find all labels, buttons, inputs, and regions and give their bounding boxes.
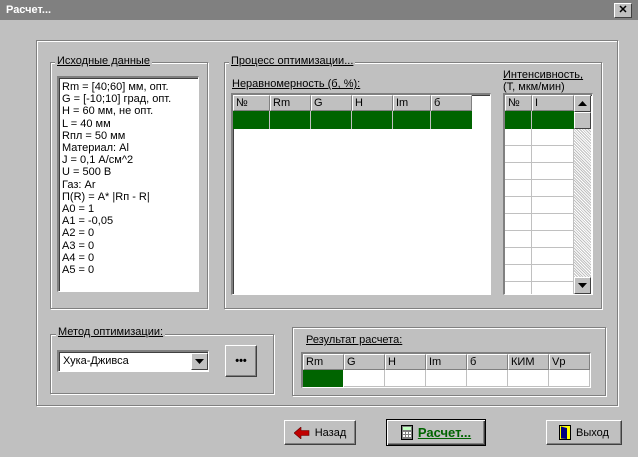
intensity-grid-cell[interactable] [532,197,574,214]
result-grid-cell[interactable] [344,370,385,387]
source-param-line: П(R) = A* |Rп - R| [62,190,150,203]
arrow-left-icon [293,426,310,439]
back-button-label: Назад [314,426,347,439]
result-header-rm[interactable]: Rm [303,354,344,370]
result-grid[interactable]: Rm G H Im б КИМ Vp [301,352,591,388]
grid-header-no[interactable]: № [233,95,270,111]
result-grid-cell[interactable] [426,370,467,387]
intensity-grid-cell[interactable] [532,180,574,197]
grid-header-sigma[interactable]: б [431,95,472,111]
grid-row-divider [269,111,270,129]
intensity-grid-cell[interactable] [505,282,532,294]
source-param-line: Материал: Al [62,142,129,155]
scroll-down-button[interactable] [574,277,591,294]
calculator-icon [400,425,413,440]
grid-header-g[interactable]: G [311,95,352,111]
window-title-bar[interactable]: Расчет... [0,0,638,20]
grid-row-divider [310,111,311,129]
source-param-line: A1 = -0,05 [62,215,114,228]
method-dropdown-button[interactable] [191,353,208,370]
source-param-line: A4 = 0 [62,251,95,264]
optimization-legend: Процесс оптимизации... [229,55,356,67]
exit-button-label: Выход [576,426,609,439]
grid-row-divider [351,111,352,129]
intensity-grid-cell[interactable] [505,231,532,248]
intensity-header-i[interactable]: I [532,95,574,111]
source-param-line: L = 40 мм [62,117,111,130]
grid-header-rm[interactable]: Rm [270,95,311,111]
scroll-thumb[interactable] [574,112,591,129]
intensity-grid-cell[interactable] [505,214,532,231]
close-icon: ✕ [618,4,628,16]
result-header-h[interactable]: H [385,354,426,370]
grid-row-divider [531,111,532,129]
intensity-grid-cell[interactable] [505,197,532,214]
method-select[interactable]: Хука-Дживса [57,350,209,372]
source-param-line: Rm = [40;60] мм, опт. [62,81,169,93]
arrow-down-icon [578,283,587,288]
ellipsis-icon: ••• [235,355,247,367]
intensity-grid-cell[interactable] [505,265,532,282]
chevron-down-icon [195,359,204,364]
intensity-header-no[interactable]: № [505,95,532,111]
intensity-grid-cell[interactable] [532,248,574,265]
method-legend: Метод оптимизации: [56,326,166,338]
source-param-line: U = 500 В [62,166,112,179]
source-param-line: G = [-10;10] град, опт. [62,93,172,106]
nonuniformity-label: Неравномерность (б, %): [232,78,361,90]
source-param-line: A5 = 0 [62,264,95,277]
intensity-grid-cell[interactable] [532,265,574,282]
intensity-grid-cell[interactable] [505,129,532,146]
calc-button-label: Расчет... [417,425,472,440]
result-header-im[interactable]: Im [426,354,467,370]
source-param-line: J = 0,1 А/см^2 [62,154,134,167]
method-select-value: Хука-Дживса [63,355,129,367]
result-grid-cell[interactable] [549,370,590,387]
result-header-vp[interactable]: Vp [549,354,590,370]
source-param-line: Rпл = 50 мм [62,129,126,142]
intensity-grid-cell[interactable] [505,180,532,197]
intensity-grid[interactable]: № I [503,93,593,295]
intensity-label: Интенсивность, (T, мкм/мин) [503,69,584,93]
intensity-grid-cell[interactable] [505,163,532,180]
source-param-line: Газ: Ar [62,178,96,191]
result-legend: Результат расчета: [304,334,405,346]
intensity-grid-cell[interactable] [532,146,574,163]
door-exit-icon [559,425,572,440]
exit-button[interactable]: Выход [546,420,622,445]
result-grid-cell[interactable] [467,370,508,387]
result-header-kim[interactable]: КИМ [508,354,549,370]
window-title: Расчет... [6,4,52,16]
scroll-up-button[interactable] [574,95,591,112]
grid-row-divider [392,111,393,129]
result-grid-cell[interactable] [385,370,426,387]
intensity-grid-cell[interactable] [532,282,574,294]
intensity-grid-cell[interactable] [532,129,574,146]
intensity-grid-cell[interactable] [532,214,574,231]
arrow-up-icon [578,101,587,106]
method-settings-button[interactable]: ••• [225,345,257,377]
back-button[interactable]: Назад [284,420,356,445]
source-param-line: A0 = 1 [62,203,95,216]
calc-button[interactable]: Расчет... [386,419,486,446]
source-data-legend: Исходные данные [55,55,152,67]
nonuniformity-grid[interactable]: № Rm G H Im б [231,93,491,295]
source-params-list: Rm = [40;60] мм, опт. G = [-10;10] град, … [57,76,199,292]
result-header-sigma[interactable]: б [467,354,508,370]
grid-header-h[interactable]: H [352,95,393,111]
intensity-grid-cell[interactable] [532,231,574,248]
selected-intensity-row[interactable] [505,111,574,129]
source-param-line: A3 = 0 [62,239,95,252]
source-param-line: A2 = 0 [62,227,95,240]
grid-header-im[interactable]: Im [393,95,431,111]
grid-row-divider [430,111,431,129]
intensity-grid-cell[interactable] [532,163,574,180]
close-button[interactable]: ✕ [614,3,632,18]
result-header-g[interactable]: G [344,354,385,370]
result-selected-cell[interactable] [303,370,343,387]
source-param-line: H = 60 мм, не опт. [62,105,154,118]
result-grid-cell[interactable] [508,370,549,387]
intensity-grid-cell[interactable] [505,146,532,163]
intensity-grid-cell[interactable] [505,248,532,265]
